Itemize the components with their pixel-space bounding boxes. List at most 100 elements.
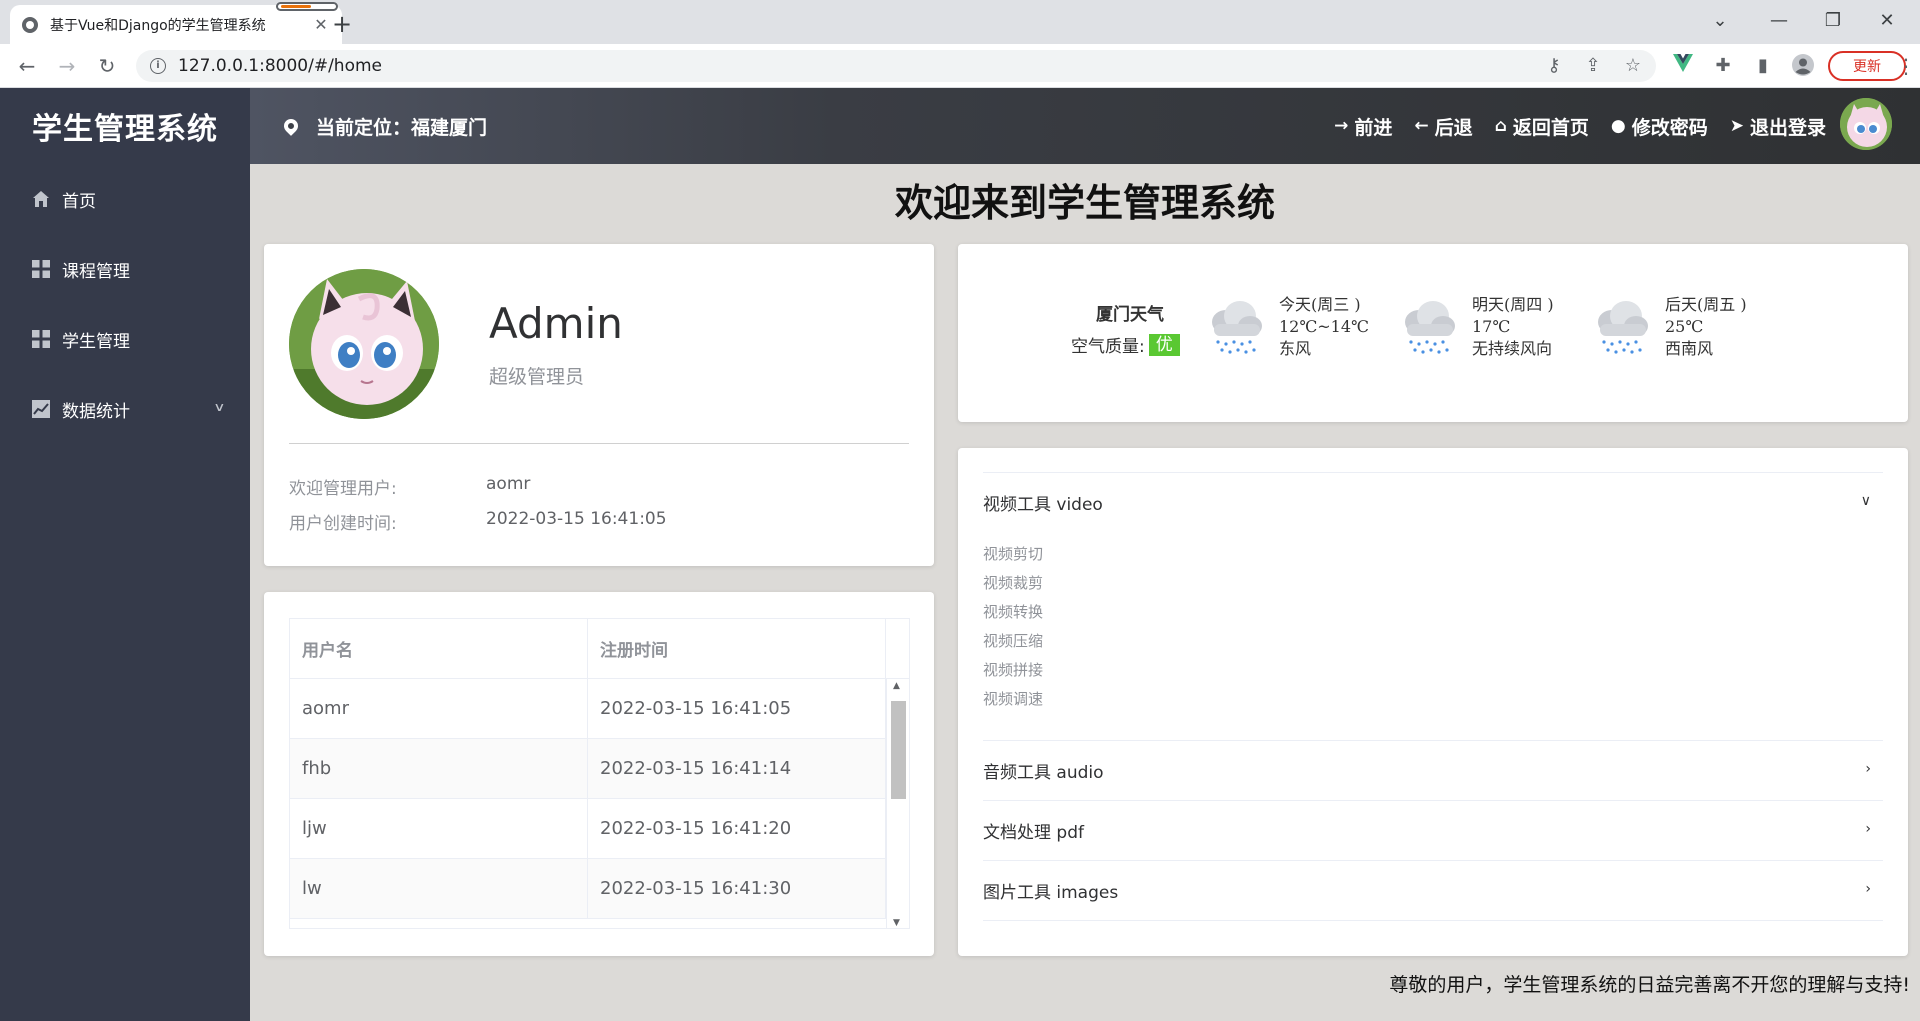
chevron-right-icon: ›: [1865, 881, 1871, 897]
table-scrollbar[interactable]: ▲ ▼: [886, 679, 909, 928]
back-arrow-icon[interactable]: ←: [13, 52, 41, 80]
logout-button[interactable]: ➤ 退出登录: [1730, 113, 1826, 140]
grid-icon: [32, 330, 50, 348]
vue-devtools-icon[interactable]: [1671, 54, 1695, 78]
restore-button[interactable]: ❐: [1810, 6, 1856, 36]
page-title: 欢迎来到学生管理系统: [894, 181, 1275, 225]
sidebar-item-students[interactable]: 学生管理: [0, 304, 250, 374]
collapse-header-pdf[interactable]: 文档处理 pdf ›: [983, 801, 1883, 860]
air-quality: 空气质量: 优: [1071, 332, 1180, 357]
key-icon[interactable]: ⚷: [1542, 54, 1566, 78]
home-icon: [32, 190, 50, 208]
forward-label: 前进: [1354, 116, 1393, 139]
url-text: 127.0.0.1:8000/#/home: [178, 56, 382, 76]
home-icon: ⌂: [1494, 116, 1507, 136]
cell-username: aomr: [290, 679, 588, 738]
table-row[interactable]: lw 2022-03-15 16:41:30: [290, 859, 909, 919]
profile-user-row: 欢迎管理用户: aomr: [289, 474, 530, 499]
close-window-button[interactable]: ✕: [1864, 6, 1910, 36]
star-icon[interactable]: ☆: [1621, 54, 1645, 78]
collapse-header-audio[interactable]: 音频工具 audio ›: [983, 741, 1883, 800]
forward-button[interactable]: → 前进: [1334, 113, 1392, 140]
new-tab-button[interactable]: +: [328, 10, 356, 38]
table-row[interactable]: fhb 2022-03-15 16:41:14: [290, 739, 909, 799]
avatar[interactable]: [1840, 98, 1892, 150]
side-panel-icon[interactable]: ▮: [1751, 54, 1775, 78]
weather-day-name: 后天(周五 ): [1665, 295, 1747, 314]
change-password-label: 修改密码: [1631, 116, 1708, 139]
site-info-icon[interactable]: i: [150, 58, 166, 74]
cell-username: fhb: [290, 739, 588, 798]
tool-link[interactable]: 视频剪切: [983, 540, 1883, 569]
profile-created-row: 用户创建时间: 2022-03-15 16:41:05: [289, 509, 667, 534]
column-header-register-time[interactable]: 注册时间: [588, 619, 886, 678]
tool-link[interactable]: 视频裁剪: [983, 569, 1883, 598]
air-quality-badge: 优: [1148, 333, 1180, 356]
tool-link[interactable]: 视频拼接: [983, 656, 1883, 685]
collapse-title: 图片工具 images: [983, 883, 1119, 903]
weather-temp: 17℃: [1472, 317, 1511, 336]
weather-day-text: 今天(周三 ) 12℃~14℃ 东风: [1279, 294, 1369, 360]
cell-username: ljw: [290, 799, 588, 858]
air-quality-label: 空气质量:: [1071, 337, 1145, 357]
sidebar-item-statistics[interactable]: 数据统计 ∨: [0, 374, 250, 444]
minimize-button[interactable]: —: [1756, 6, 1802, 36]
collapse-title: 音频工具 audio: [983, 763, 1104, 783]
collapse-header-video[interactable]: 视频工具 video ∨: [983, 473, 1883, 532]
scrollbar-thumb[interactable]: [891, 701, 906, 799]
chevron-down-icon[interactable]: ∨: [213, 400, 225, 414]
tools-collapse: 视频工具 video ∨ 视频剪切 视频裁剪 视频转换 视频压缩 视频拼接 视频…: [983, 472, 1883, 921]
avatar: [289, 269, 439, 419]
home-label: 返回首页: [1512, 116, 1589, 139]
rain-cloud-icon: [1405, 301, 1455, 354]
collapse-title: 文档处理 pdf: [983, 823, 1084, 843]
back-label: 后退: [1434, 116, 1473, 139]
sidebar: 学生管理系统 首页 课程管理 学生管理 数据统计 ∨: [0, 88, 250, 1021]
grid-icon: [32, 260, 50, 278]
column-header-username[interactable]: 用户名: [290, 619, 588, 678]
rain-cloud-icon: [1598, 301, 1648, 354]
address-bar[interactable]: i 127.0.0.1:8000/#/home: [136, 50, 1656, 82]
share-icon[interactable]: ⇪: [1581, 54, 1605, 78]
logout-label: 退出登录: [1749, 116, 1826, 139]
location-text: 当前定位：福建厦门: [316, 116, 488, 139]
update-button[interactable]: 更新: [1828, 51, 1906, 81]
scroll-down-icon[interactable]: ▼: [893, 918, 900, 928]
app-root: 学生管理系统 首页 课程管理 学生管理 数据统计 ∨ 当前定位：福建厦门 → 前…: [0, 88, 1920, 1021]
back-button[interactable]: ← 后退: [1414, 113, 1472, 140]
main-content: 欢迎来到学生管理系统 Admin 超级管理员 欢迎管理用户: aomr 用户创建…: [250, 164, 1920, 1021]
rain-cloud-icon: [1212, 301, 1262, 354]
cell-register-time: 2022-03-15 16:41:20: [588, 799, 886, 858]
weather-temp: 25℃: [1665, 317, 1704, 336]
more-menu-icon[interactable]: ⋮: [1896, 54, 1916, 78]
tool-link[interactable]: 视频调速: [983, 685, 1883, 714]
weather-day-name: 明天(周四 ): [1472, 295, 1554, 314]
scroll-up-icon[interactable]: ▲: [893, 681, 900, 691]
table-row[interactable]: aomr 2022-03-15 16:41:05: [290, 679, 909, 739]
collapse-header-images[interactable]: 图片工具 images ›: [983, 861, 1883, 920]
reload-icon[interactable]: ↻: [93, 52, 121, 80]
tool-link[interactable]: 视频转换: [983, 598, 1883, 627]
browser-tab-strip: 基于Vue和Django的学生管理系统 ✕ + ⌄ — ❐ ✕: [0, 0, 1920, 44]
created-value: 2022-03-15 16:41:05: [486, 509, 667, 529]
extensions-icon[interactable]: ✚: [1711, 54, 1735, 78]
cell-register-time: 2022-03-15 16:41:05: [588, 679, 886, 738]
profile-role: 超级管理员: [489, 366, 585, 388]
table-row[interactable]: ljw 2022-03-15 16:41:20: [290, 799, 909, 859]
forward-arrow-icon[interactable]: →: [53, 52, 81, 80]
table-header: 用户名 注册时间: [290, 619, 909, 679]
chart-icon: [32, 400, 50, 418]
users-table: 用户名 注册时间 aomr 2022-03-15 16:41:05 fhb 20…: [289, 618, 910, 929]
user-value: aomr: [486, 474, 531, 494]
change-password-button[interactable]: ● 修改密码: [1611, 113, 1708, 140]
sidebar-item-home[interactable]: 首页: [0, 164, 250, 234]
footer-note: 尊敬的用户，学生管理系统的日益完善离不开您的理解与支持!: [1389, 974, 1910, 996]
profile-icon[interactable]: [1791, 54, 1815, 78]
tool-link[interactable]: 视频压缩: [983, 627, 1883, 656]
tab-search-button[interactable]: ⌄: [1697, 6, 1743, 36]
collapse-item-pdf: 文档处理 pdf ›: [983, 801, 1883, 861]
sidebar-item-courses[interactable]: 课程管理: [0, 234, 250, 304]
home-button[interactable]: ⌂ 返回首页: [1495, 113, 1589, 140]
weather-day-text: 后天(周五 ) 25℃ 西南风: [1665, 294, 1747, 360]
user-label: 欢迎管理用户:: [289, 479, 397, 499]
